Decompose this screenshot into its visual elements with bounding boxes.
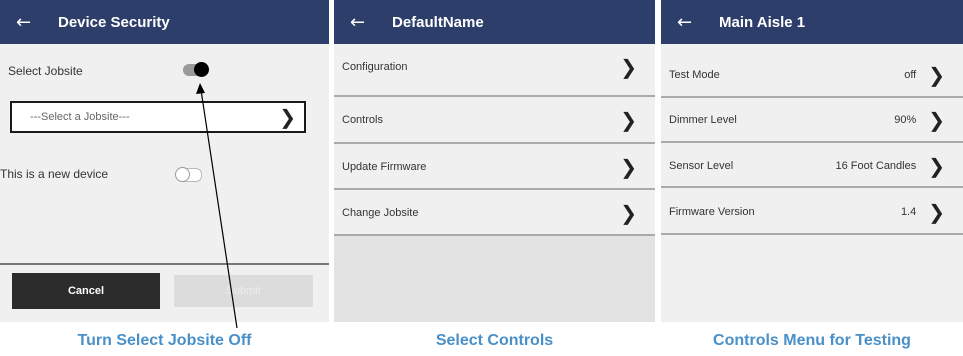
device-security-screen: ← Device Security Select Jobsite ---Sele… [0, 0, 329, 322]
divider [334, 234, 655, 236]
back-arrow-icon[interactable]: ← [350, 12, 378, 33]
chevron-right-icon: ❯ [928, 108, 945, 132]
device-menu-topbar: ← DefaultName [334, 0, 655, 44]
menu-item-update-firmware[interactable]: Update Firmware ❯ [334, 144, 655, 190]
chevron-right-icon: ❯ [928, 63, 945, 87]
chevron-right-icon: ❯ [928, 200, 945, 224]
toggle-knob [194, 62, 209, 77]
select-jobsite-label: Select Jobsite [8, 64, 83, 78]
menu-item-label: Update Firmware [342, 161, 427, 173]
chevron-right-icon: ❯ [620, 155, 637, 179]
control-item-label: Dimmer Level [669, 114, 737, 126]
page-title: Device Security [58, 13, 170, 31]
chevron-right-icon: ❯ [279, 105, 296, 129]
submit-button[interactable]: Submit [174, 275, 313, 307]
divider [0, 263, 329, 265]
control-item-sensor-level[interactable]: Sensor Level 16 Foot Candles ❯ [661, 143, 963, 189]
control-item-label: Sensor Level [669, 160, 734, 172]
device-menu-screen: ← DefaultName Configuration ❯ Controls ❯… [334, 0, 655, 322]
chevron-right-icon: ❯ [620, 108, 637, 132]
divider [661, 186, 963, 188]
jobsite-select[interactable]: ---Select a Jobsite--- ❯ [10, 101, 306, 133]
control-item-value: 16 Foot Candles [835, 160, 917, 172]
jobsite-select-placeholder: ---Select a Jobsite--- [30, 111, 130, 123]
chevron-right-icon: ❯ [620, 201, 637, 225]
menu-item-configuration[interactable]: Configuration ❯ [334, 44, 655, 90]
menu-item-label: Configuration [342, 61, 408, 73]
new-device-toggle[interactable] [175, 167, 202, 182]
chevron-right-icon: ❯ [928, 154, 945, 178]
caption-select-controls: Select Controls [435, 332, 554, 349]
select-jobsite-toggle[interactable] [183, 62, 209, 77]
control-item-value: 1.4 [900, 206, 917, 218]
menu-item-label: Controls [342, 114, 383, 126]
menu-item-label: Change Jobsite [342, 207, 419, 219]
page-title: Main Aisle 1 [719, 13, 806, 31]
chevron-right-icon: ❯ [620, 55, 637, 79]
controls-topbar: ← Main Aisle 1 [661, 0, 963, 44]
control-item-value: off [904, 69, 917, 81]
device-security-topbar: ← Device Security [0, 0, 329, 44]
page-title: DefaultName [392, 13, 484, 31]
new-device-label: This is a new device [0, 167, 109, 181]
back-arrow-icon[interactable]: ← [677, 12, 705, 33]
menu-list: Configuration ❯ Controls ❯ Update Firmwa… [334, 44, 655, 236]
control-item-label: Test Mode [669, 69, 720, 81]
divider [661, 233, 963, 235]
control-item-test-mode[interactable]: Test Mode off ❯ [661, 52, 963, 98]
menu-item-change-jobsite[interactable]: Change Jobsite ❯ [334, 190, 655, 236]
caption-turn-jobsite-off: Turn Select Jobsite Off [77, 332, 252, 349]
control-item-label: Firmware Version [669, 206, 755, 218]
control-item-firmware-version[interactable]: Firmware Version 1.4 ❯ [661, 189, 963, 235]
cancel-button[interactable]: Cancel [12, 273, 160, 309]
menu-item-controls[interactable]: Controls ❯ [334, 97, 655, 143]
control-item-value: 90% [894, 114, 917, 126]
back-arrow-icon[interactable]: ← [16, 12, 44, 33]
control-item-dimmer-level[interactable]: Dimmer Level 90% ❯ [661, 97, 963, 143]
toggle-knob [175, 167, 190, 182]
caption-controls-menu: Controls Menu for Testing [713, 332, 911, 349]
controls-screen: ← Main Aisle 1 Test Mode off ❯ Dimmer Le… [661, 0, 963, 322]
